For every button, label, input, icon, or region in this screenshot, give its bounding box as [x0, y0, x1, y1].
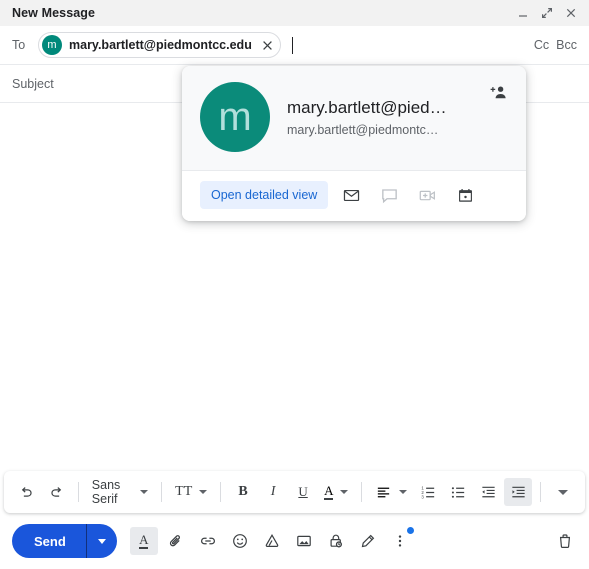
pen-icon[interactable]: [354, 527, 382, 555]
more-options-icon[interactable]: [386, 527, 414, 555]
outdent-icon[interactable]: [474, 478, 502, 506]
toolbar-divider: [220, 482, 222, 502]
chevron-down-icon: [199, 490, 208, 494]
lock-clock-icon[interactable]: [322, 527, 350, 555]
to-label: To: [12, 38, 26, 52]
recipient-email: mary.bartlett@piedmontcc.edu: [69, 38, 252, 52]
remove-recipient-icon[interactable]: [259, 37, 276, 54]
bold-button[interactable]: B: [229, 478, 257, 506]
font-size-selector[interactable]: TT: [170, 478, 212, 506]
contact-hover-card: m mary.bartlett@pied… mary.bartlett@pied…: [182, 66, 526, 221]
chevron-down-icon: [399, 490, 408, 494]
cc-button[interactable]: Cc: [534, 38, 549, 52]
underline-button[interactable]: U: [289, 478, 317, 506]
font-family-value: Sans Serif: [91, 478, 121, 506]
discard-draft-icon[interactable]: [551, 527, 579, 555]
envelope-icon[interactable]: [336, 181, 366, 209]
more-formatting-options-icon[interactable]: [549, 478, 577, 506]
drive-icon[interactable]: [258, 527, 286, 555]
close-icon[interactable]: [561, 3, 581, 23]
font-family-selector[interactable]: Sans Serif: [87, 478, 154, 506]
recipient-chip[interactable]: m mary.bartlett@piedmontcc.edu: [38, 32, 281, 58]
notification-badge: [406, 527, 414, 534]
bulleted-list-icon[interactable]: [444, 478, 472, 506]
avatar: m: [42, 35, 62, 55]
compose-header: New Message: [0, 0, 589, 26]
contact-card-header: m mary.bartlett@pied… mary.bartlett@pied…: [182, 66, 526, 170]
contact-card-actions: Open detailed view: [182, 170, 526, 221]
send-label: Send: [34, 533, 66, 549]
compose-window: New Message To m mary.bartlett@piedmontc…: [0, 0, 589, 569]
chevron-down-icon: [340, 490, 349, 494]
send-options-button[interactable]: [87, 524, 117, 558]
svg-text:3: 3: [421, 494, 424, 499]
bcc-button[interactable]: Bcc: [556, 38, 577, 52]
font-size-label: TT: [175, 484, 193, 499]
contact-identity: mary.bartlett@pied… mary.bartlett@piedmo…: [287, 98, 467, 137]
underline-label: U: [298, 484, 308, 499]
text-color-label: A: [324, 483, 334, 501]
toolbar-divider: [540, 482, 542, 502]
recipient-text-caret: [291, 36, 293, 54]
recipient-row[interactable]: To m mary.bartlett@piedmontcc.edu Cc Bcc: [0, 26, 589, 65]
align-button[interactable]: [370, 478, 412, 506]
text-color-button[interactable]: A: [319, 478, 353, 506]
chevron-down-icon: [97, 538, 106, 544]
window-controls: [513, 3, 581, 23]
calendar-icon[interactable]: [450, 181, 480, 209]
chevron-down-icon: [558, 489, 569, 495]
image-icon[interactable]: [290, 527, 318, 555]
formatting-toolbar: Sans Serif TT B I U A 1 2 3: [4, 471, 585, 513]
send-button[interactable]: Send: [12, 524, 117, 558]
chat-bubble-icon: [374, 181, 404, 209]
italic-button[interactable]: I: [259, 478, 287, 506]
align-left-icon: [378, 487, 390, 497]
action-bar: Send A: [0, 513, 589, 569]
add-person-icon[interactable]: [484, 82, 512, 110]
link-icon[interactable]: [194, 527, 222, 555]
redo-icon[interactable]: [42, 478, 70, 506]
cc-bcc-group: Cc Bcc: [534, 38, 577, 52]
compose-tools: A: [129, 527, 414, 555]
page-title: New Message: [12, 6, 96, 20]
subject-input[interactable]: Subject: [12, 77, 54, 91]
undo-icon[interactable]: [12, 478, 40, 506]
minimize-icon[interactable]: [513, 3, 533, 23]
toolbar-divider: [78, 482, 79, 502]
emoji-icon[interactable]: [226, 527, 254, 555]
video-call-add-icon[interactable]: [412, 181, 442, 209]
open-detailed-view-button[interactable]: Open detailed view: [200, 181, 329, 209]
expand-icon[interactable]: [537, 3, 557, 23]
contact-name: mary.bartlett@pied…: [287, 97, 447, 117]
paperclip-icon[interactable]: [162, 527, 190, 555]
indent-icon[interactable]: [504, 478, 533, 506]
contact-email: mary.bartlett@piedmontc…: [287, 122, 439, 137]
toolbar-divider: [361, 482, 363, 502]
text-format-icon[interactable]: A: [129, 527, 158, 555]
numbered-list-icon[interactable]: 1 2 3: [414, 478, 442, 506]
chevron-down-icon: [140, 490, 149, 494]
toolbar-divider: [161, 482, 163, 502]
avatar: m: [200, 82, 270, 152]
